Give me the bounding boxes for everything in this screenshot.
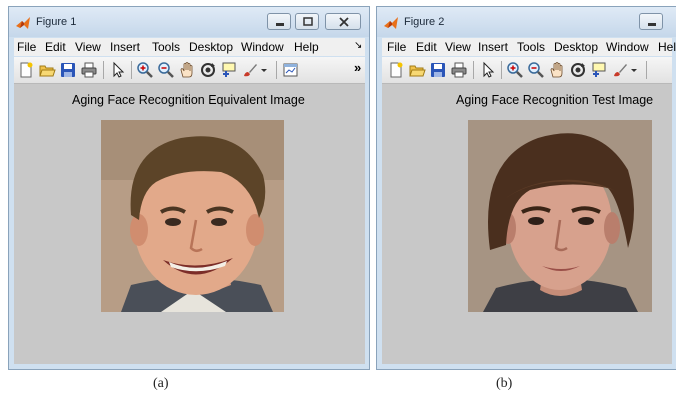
smiling-man-face-image (101, 120, 284, 312)
figure-2-window: Figure 2 File Edit View Insert Tools Des… (376, 6, 676, 370)
menu-file[interactable]: File (17, 40, 36, 54)
open-file-icon[interactable] (408, 61, 426, 79)
figure-canvas: Aging Face Recognition Test Image (382, 84, 672, 364)
pointer-icon[interactable] (479, 61, 497, 79)
brush-icon[interactable] (611, 61, 629, 79)
menu-overflow-arrow[interactable]: ↘ (354, 40, 362, 51)
menu-help[interactable]: Hel (658, 40, 676, 54)
menu-tools[interactable]: Tools (517, 40, 545, 54)
axes-title: Aging Face Recognition Equivalent Image (72, 93, 305, 107)
matlab-logo-icon (16, 17, 30, 29)
figure-toolbar (382, 57, 672, 84)
menu-view[interactable]: View (75, 40, 101, 54)
toolbar-separator (103, 61, 104, 79)
zoom-in-icon[interactable] (136, 61, 154, 79)
zoom-out-icon[interactable] (157, 61, 175, 79)
toolbar-separator (501, 61, 502, 79)
toolbar-separator (131, 61, 132, 79)
window-title: Figure 1 (36, 16, 77, 28)
maximize-icon (303, 17, 313, 26)
pan-hand-icon[interactable] (178, 61, 196, 79)
brush-icon[interactable] (241, 61, 259, 79)
menu-window[interactable]: Window (241, 40, 284, 54)
menu-file[interactable]: File (387, 40, 406, 54)
menu-bar: File Edit View Insert Tools Desktop Wind… (14, 38, 365, 56)
maximize-button[interactable] (295, 13, 319, 30)
pointer-icon[interactable] (109, 61, 127, 79)
rotate-3d-icon[interactable] (569, 61, 587, 79)
figure-toolbar: » (14, 57, 365, 84)
menu-view[interactable]: View (445, 40, 471, 54)
toolbar-separator (276, 61, 277, 79)
axes-title: Aging Face Recognition Test Image (456, 93, 654, 107)
toolbar-separator (646, 61, 647, 79)
rotate-3d-icon[interactable] (199, 61, 217, 79)
minimize-button[interactable] (267, 13, 291, 30)
menu-edit[interactable]: Edit (416, 40, 437, 54)
dropdown-arrow-icon[interactable] (629, 61, 639, 79)
caption-b: (b) (496, 376, 513, 391)
menu-insert[interactable]: Insert (478, 40, 508, 54)
pan-hand-icon[interactable] (548, 61, 566, 79)
save-icon[interactable] (59, 61, 77, 79)
zoom-out-icon[interactable] (527, 61, 545, 79)
new-figure-icon[interactable] (17, 61, 35, 79)
open-file-icon[interactable] (38, 61, 56, 79)
menu-help[interactable]: Help (294, 40, 319, 54)
menu-window[interactable]: Window (606, 40, 649, 54)
figure-canvas: Aging Face Recognition Equivalent Image (14, 84, 365, 364)
new-figure-icon[interactable] (387, 61, 405, 79)
matlab-logo-icon (384, 17, 398, 29)
window-title: Figure 2 (404, 16, 445, 28)
minimize-icon (276, 23, 284, 26)
title-bar[interactable]: Figure 1 (9, 7, 369, 37)
menu-insert[interactable]: Insert (110, 40, 140, 54)
close-button[interactable] (325, 13, 361, 30)
title-bar[interactable]: Figure 2 (377, 7, 676, 37)
menu-tools[interactable]: Tools (152, 40, 180, 54)
minimize-icon (648, 23, 656, 26)
print-icon[interactable] (80, 61, 98, 79)
menu-edit[interactable]: Edit (45, 40, 66, 54)
zoom-in-icon[interactable] (506, 61, 524, 79)
menu-desktop[interactable]: Desktop (189, 40, 233, 54)
print-icon[interactable] (450, 61, 468, 79)
menu-desktop[interactable]: Desktop (554, 40, 598, 54)
young-man-face-image (468, 120, 652, 312)
toolbar-overflow-chevron[interactable]: » (354, 60, 361, 75)
close-icon (339, 17, 349, 27)
data-cursor-icon[interactable] (590, 61, 608, 79)
menu-bar: File Edit View Insert Tools Desktop Wind… (382, 38, 676, 56)
data-cursor-icon[interactable] (220, 61, 238, 79)
dropdown-arrow-icon[interactable] (259, 61, 269, 79)
toolbar-separator (473, 61, 474, 79)
plot-tools-icon[interactable] (282, 61, 300, 79)
figure-1-window: Figure 1 File Edit View Insert Tools Des… (8, 6, 370, 370)
minimize-button[interactable] (639, 13, 663, 30)
save-icon[interactable] (429, 61, 447, 79)
caption-a: (a) (153, 376, 169, 391)
